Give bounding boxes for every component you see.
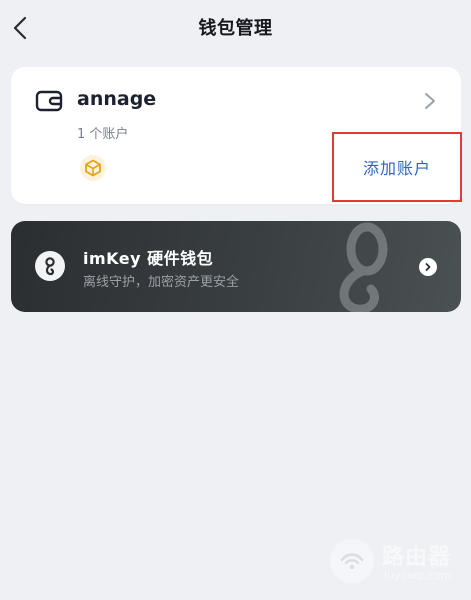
watermark-url: luyouqi.com — [384, 569, 452, 582]
chevron-right-circle-icon — [425, 263, 431, 271]
imkey-logo — [35, 251, 65, 281]
page-title: 钱包管理 — [198, 18, 273, 39]
imkey-subtitle: 离线守护，加密资产更安全 — [83, 275, 240, 290]
wallet-name: annage — [77, 88, 157, 110]
chain-cube-icon — [85, 159, 101, 177]
imkey-go-button[interactable] — [419, 258, 437, 276]
watermark-text: 路由器 — [382, 545, 452, 570]
add-account-button[interactable]: 添加账户 — [332, 132, 462, 202]
chain-badge — [80, 155, 106, 181]
watermark-logo — [330, 539, 374, 583]
wallet-icon — [35, 90, 63, 112]
imkey-logo-icon — [45, 257, 55, 276]
imkey-decoration-icon — [339, 222, 388, 312]
imkey-title: imKey 硬件钱包 — [83, 249, 214, 268]
wallet-card[interactable]: annage 1 个账户 添加账户 — [11, 67, 462, 204]
imkey-hardware-wallet-card[interactable]: imKey 硬件钱包 离线守护，加密资产更安全 — [11, 221, 461, 312]
router-icon — [340, 553, 364, 570]
watermark: 路由器 luyouqi.com — [330, 537, 465, 587]
top-bar: 钱包管理 — [0, 0, 471, 56]
account-count: 1 个账户 — [77, 127, 129, 142]
chevron-right-icon[interactable] — [423, 91, 437, 111]
